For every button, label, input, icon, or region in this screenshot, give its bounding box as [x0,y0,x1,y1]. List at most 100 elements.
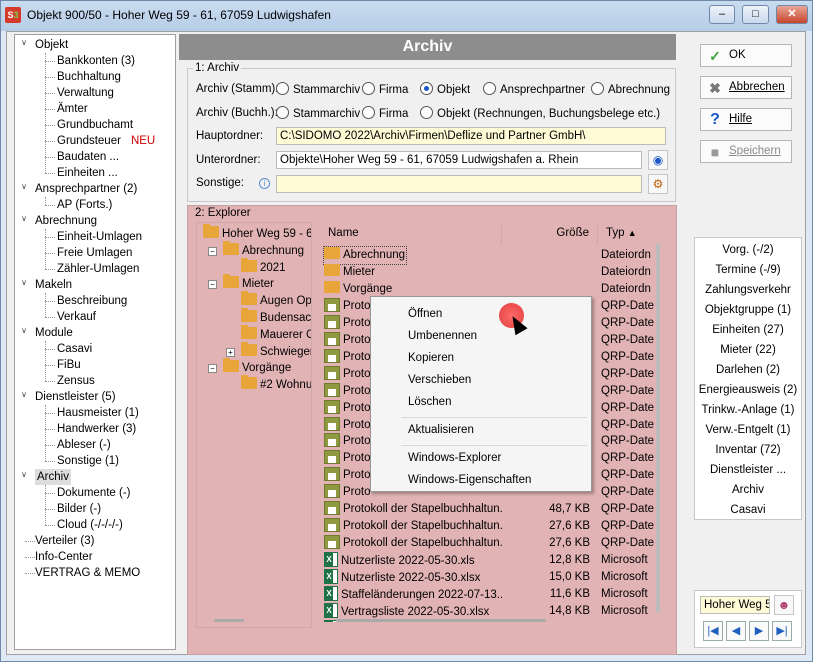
minimize-button[interactable]: – [709,5,735,24]
radio-stamm-option[interactable]: Objekt [420,82,470,96]
column-size[interactable]: Größe [502,222,598,245]
prev-record-button[interactable]: ◀ [726,621,746,641]
tree-objekt[interactable]: Objekt [35,37,68,53]
related-list-item[interactable]: Inventar (72) [695,440,801,460]
tree-item[interactable]: Einheiten ... [57,165,118,181]
file-row[interactable]: Protokoll der Stapelbuchhaltun... 48,7 KB… [320,501,656,518]
cancel-button[interactable]: ✖ Abbrechen [700,76,792,99]
file-list-hscrollbar[interactable] [336,619,546,622]
file-row[interactable]: Mieter Dateiordn [320,263,656,281]
context-menu-item[interactable]: Windows-Explorer [371,448,591,468]
radio-stamm-option[interactable]: Ansprechpartner [483,82,585,96]
tree-root-item[interactable]: VERTRAG & MEMO [35,565,140,581]
expand-chevron-icon[interactable]: ∨ [19,278,29,287]
tree-item[interactable]: Buchhaltung [57,69,121,85]
tree-dienstleister[interactable]: Dienstleister (5) [35,389,116,405]
tree-item[interactable]: Zensus [57,373,95,389]
folder-tree-node[interactable]: Mauerer G [241,324,311,344]
tree-item[interactable]: Bankkonten (3) [57,53,135,69]
tree-item[interactable]: Verwaltung [57,85,114,101]
collapse-minus-icon[interactable]: − [208,364,217,374]
related-list-item[interactable]: Vorg. (-/2) [695,240,801,260]
folder-tree-node[interactable]: Hoher Weg 59 - 61 [203,224,311,243]
related-list-item[interactable]: Darlehen (2) [695,360,801,380]
radio-stamm-option[interactable]: Abrechnung [591,82,670,96]
folder-tree-node[interactable]: Budensac [241,308,311,327]
file-row[interactable]: Staffeländerungen 2022-07-13... 11,6 KB Mi… [320,586,656,603]
folder-tree-node[interactable]: Schwieger [241,341,311,361]
tree-item[interactable]: FiBu [57,357,81,373]
navigation-tree[interactable]: ∨ Objekt Bankkonten (3) Buchhaltung Verwaltu… [14,34,176,650]
expand-chevron-icon[interactable]: ∨ [19,326,29,335]
tree-item[interactable]: Ableser (-) [57,437,111,453]
maximize-button[interactable]: □ [742,5,769,24]
people-icon[interactable]: ☻ [774,595,794,615]
hauptordner-field[interactable]: C:\SIDOMO 2022\Archiv\Firmen\Deflize und… [276,127,666,145]
related-list-item[interactable]: Verw.-Entgelt (1) [695,420,801,440]
info-icon[interactable]: i [259,178,270,189]
related-list-item[interactable]: Termine (-/9) [695,260,801,280]
radio-stamm-option[interactable]: Firma [362,82,408,96]
file-row[interactable]: Abrechnung Dateiordn [320,246,656,265]
last-record-button[interactable]: ▶| [772,621,792,641]
context-menu-item[interactable]: Windows-Eigenschaften [371,470,591,490]
first-record-button[interactable]: |◀ [703,621,723,641]
radio-buchh-option[interactable]: Stammarchiv [276,106,360,120]
collapse-minus-icon[interactable]: − [208,246,217,256]
folder-tree-node[interactable]: Abrechnung [223,240,304,260]
context-menu-item[interactable]: Verschieben [371,370,591,390]
related-list-item[interactable]: Zahlungsverkehr [695,280,801,300]
related-list-item[interactable]: Einheiten (27) [695,320,801,340]
save-button[interactable]: ■ Speichern [700,140,792,163]
tree-item[interactable]: Grundsteuer NEU [57,133,155,149]
folder-tree-node[interactable]: Mieter [223,274,274,293]
tree-item[interactable]: Freie Umlagen [57,245,132,261]
related-list-item[interactable]: Casavi [695,500,801,520]
expand-chevron-icon[interactable]: ∨ [19,214,29,223]
expand-chevron-icon[interactable]: ∨ [19,38,29,47]
related-list-item[interactable]: Dienstleister ... [695,460,801,480]
expand-chevron-icon[interactable]: ∨ [19,182,29,191]
folder-tree[interactable]: Hoher Weg 59 - 61− Abrechnung 2021− Mieter A… [196,222,312,628]
tree-item[interactable]: AP (Forts.) [57,197,112,213]
collapse-minus-icon[interactable]: − [208,280,217,290]
tools-icon[interactable]: ⚙ [648,174,668,194]
related-list-item[interactable]: Objektgruppe (1) [695,300,801,320]
related-list-item[interactable]: Mieter (22) [695,340,801,360]
expand-chevron-icon[interactable]: ∨ [19,390,29,399]
tree-item[interactable]: Grundbuchamt [57,117,133,133]
tree-item[interactable]: Casavi [57,341,92,357]
tree-item[interactable]: Handwerker (3) [57,421,136,437]
tree-item[interactable]: Verkauf [57,309,96,325]
help-button[interactable]: ? Hilfe [700,108,792,131]
expand-plus-icon[interactable]: + [226,347,235,357]
sonstige-field[interactable] [276,175,642,193]
folder-tree-hscrollbar[interactable] [214,619,244,622]
next-record-button[interactable]: ▶ [749,621,769,641]
file-row[interactable]: Protokoll der Stapelbuchhaltun... 27,6 KB… [320,518,656,535]
ok-button[interactable]: ✓ OK [700,44,792,67]
folder-tree-node[interactable]: Augen Op [241,291,311,310]
tree-item[interactable]: Einheit-Umlagen [57,229,142,245]
tree-item[interactable]: Baudaten ... [57,149,119,165]
related-list-item[interactable]: Trinkw.-Anlage (1) [695,400,801,420]
tree-item[interactable]: Hausmeister (1) [57,405,139,421]
file-row[interactable]: Protokoll der Stapelbuchhaltun... 27,6 KB… [320,535,656,552]
radio-buchh-option[interactable]: Objekt (Rechnungen, Buchungsbelege etc.) [420,106,660,120]
context-menu-item[interactable]: Aktualisieren [371,420,591,440]
tree-root-item[interactable]: Info-Center [35,549,93,565]
tree-root-item[interactable]: Verteiler (3) [35,533,94,549]
expand-chevron-icon[interactable]: ∨ [19,470,29,479]
folder-tree-node[interactable]: 2021 [241,257,286,277]
tree-abrechnung[interactable]: Abrechnung [35,213,97,229]
tree-makeln[interactable]: Makeln [35,277,72,293]
unterordner-field[interactable]: Objekte\Hoher Weg 59 - 61, 67059 Ludwigs… [276,151,642,169]
tree-archiv[interactable]: Archiv [35,469,71,485]
radio-buchh-option[interactable]: Firma [362,106,408,120]
title-bar[interactable]: S3 Objekt 900/50 - Hoher Weg 59 - 61, 67… [1,1,812,31]
context-menu-item[interactable]: Kopieren [371,348,591,368]
tree-item[interactable]: Dokumente (-) [57,485,131,501]
close-button[interactable]: ✕ [776,5,808,24]
related-list-item[interactable]: Energieausweis (2) [695,380,801,400]
column-name[interactable]: Name [320,222,502,245]
